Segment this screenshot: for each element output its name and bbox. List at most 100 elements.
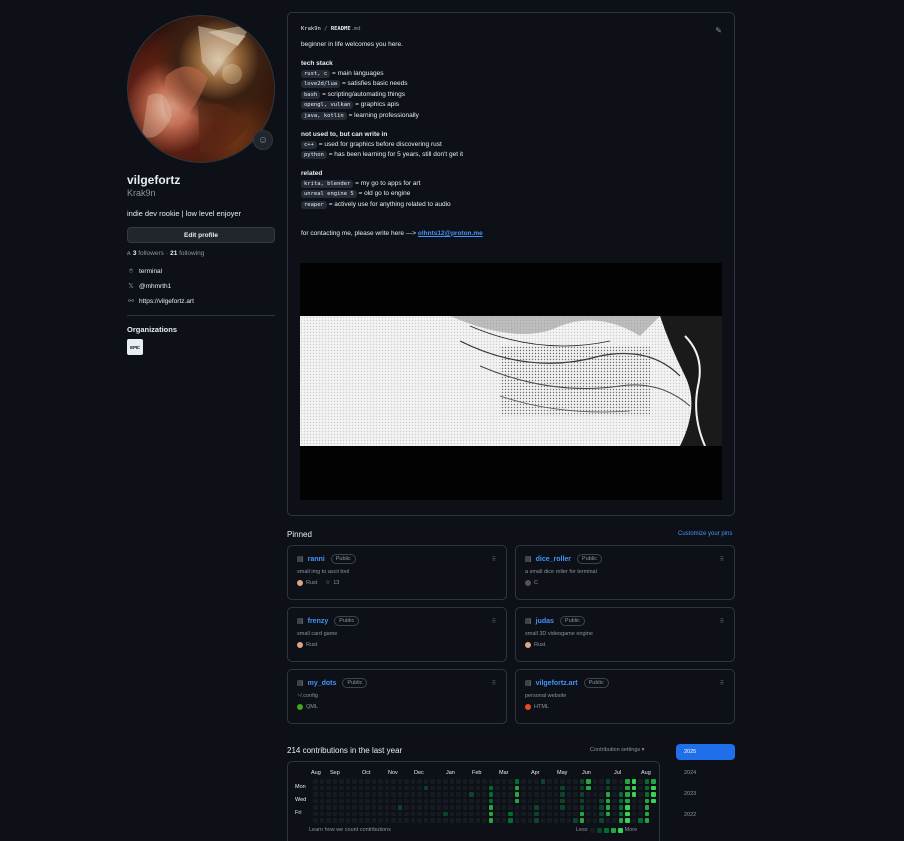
contribution-cell[interactable] <box>397 798 403 804</box>
contribution-cell[interactable] <box>540 798 546 804</box>
contribution-cell[interactable] <box>508 792 513 797</box>
repo-link[interactable]: judas <box>536 618 554 625</box>
contribution-cell[interactable] <box>573 818 578 823</box>
contribution-cell[interactable] <box>488 811 494 817</box>
contribution-cell[interactable] <box>469 811 474 817</box>
contribution-cell[interactable] <box>618 779 624 784</box>
contribution-cell[interactable] <box>475 811 481 817</box>
contribution-cell[interactable] <box>410 779 416 784</box>
contribution-cell[interactable] <box>573 805 578 810</box>
contribution-cell[interactable] <box>417 779 422 784</box>
contribution-cell[interactable] <box>547 792 552 797</box>
contribution-cell[interactable] <box>423 818 429 823</box>
contribution-cell[interactable] <box>521 792 526 797</box>
contribution-cell[interactable] <box>371 785 377 791</box>
contribution-cell[interactable] <box>384 792 390 797</box>
contribution-cell[interactable] <box>397 811 403 817</box>
contribution-cell[interactable] <box>521 805 526 810</box>
contribution-cell[interactable] <box>475 792 481 797</box>
contribution-cell[interactable] <box>579 798 585 804</box>
contribution-cell[interactable] <box>625 805 630 810</box>
contribution-cell[interactable] <box>579 818 585 823</box>
year-2023[interactable]: 2023 <box>676 786 735 802</box>
contribution-cell[interactable] <box>631 798 637 804</box>
contribution-cell[interactable] <box>326 785 331 791</box>
contribution-cell[interactable] <box>508 811 513 817</box>
contribution-cell[interactable] <box>631 818 637 823</box>
contribution-cell[interactable] <box>345 798 351 804</box>
contribution-cell[interactable] <box>358 785 364 791</box>
contribution-cell[interactable] <box>599 785 604 791</box>
contribution-cell[interactable] <box>631 785 637 791</box>
contribution-cell[interactable] <box>501 805 507 810</box>
contribution-cell[interactable] <box>378 779 383 784</box>
contribution-cell[interactable] <box>475 779 481 784</box>
contribution-cell[interactable] <box>378 805 383 810</box>
contribution-cell[interactable] <box>625 811 630 817</box>
contribution-cell[interactable] <box>449 818 455 823</box>
contribution-cell[interactable] <box>631 792 637 797</box>
drag-handle-icon[interactable]: ⠿ <box>720 618 724 625</box>
contribution-cell[interactable] <box>514 818 520 823</box>
year-2024[interactable]: 2024 <box>676 765 735 781</box>
contribution-cell[interactable] <box>410 785 416 791</box>
contribution-cell[interactable] <box>566 818 572 823</box>
contribution-cell[interactable] <box>560 792 565 797</box>
contribution-cell[interactable] <box>586 792 591 797</box>
contribution-cell[interactable] <box>417 818 422 823</box>
contribution-cell[interactable] <box>345 779 351 784</box>
contribution-cell[interactable] <box>313 798 318 804</box>
contribution-cell[interactable] <box>553 785 559 791</box>
contribution-cell[interactable] <box>638 792 643 797</box>
contribution-cell[interactable] <box>573 798 578 804</box>
org-epic-badge[interactable]: EPIC <box>127 339 143 355</box>
contribution-cell[interactable] <box>365 779 370 784</box>
contribution-cell[interactable] <box>423 779 429 784</box>
contribution-cell[interactable] <box>358 792 364 797</box>
contribution-cell[interactable] <box>540 792 546 797</box>
contribution-cell[interactable] <box>488 798 494 804</box>
contribution-cell[interactable] <box>482 779 487 784</box>
contribution-cell[interactable] <box>436 785 442 791</box>
contribution-cell[interactable] <box>319 779 325 784</box>
contribution-cell[interactable] <box>618 785 624 791</box>
contribution-cell[interactable] <box>592 798 598 804</box>
contribution-cell[interactable] <box>612 798 617 804</box>
contribution-cell[interactable] <box>365 785 370 791</box>
contribution-cell[interactable] <box>540 805 546 810</box>
contribution-cell[interactable] <box>313 779 318 784</box>
contribution-cell[interactable] <box>449 785 455 791</box>
contribution-cell[interactable] <box>417 785 422 791</box>
contribution-cell[interactable] <box>514 792 520 797</box>
contribution-cell[interactable] <box>625 785 630 791</box>
contribution-cell[interactable] <box>391 785 396 791</box>
contribution-cell[interactable] <box>345 811 351 817</box>
contribution-cell[interactable] <box>540 818 546 823</box>
contribution-cell[interactable] <box>469 798 474 804</box>
contribution-cell[interactable] <box>332 805 338 810</box>
contribution-cell[interactable] <box>475 805 481 810</box>
contribution-cell[interactable] <box>410 805 416 810</box>
contribution-cell[interactable] <box>651 785 656 791</box>
contribution-cell[interactable] <box>605 792 611 797</box>
contribution-cell[interactable] <box>579 805 585 810</box>
drag-handle-icon[interactable]: ⠿ <box>492 618 496 625</box>
contribution-cell[interactable] <box>456 818 461 823</box>
contribution-cell[interactable] <box>605 805 611 810</box>
contribution-cell[interactable] <box>332 785 338 791</box>
contribution-cell[interactable] <box>326 818 331 823</box>
contribution-cell[interactable] <box>371 792 377 797</box>
contribution-cell[interactable] <box>482 792 487 797</box>
contribution-cell[interactable] <box>319 785 325 791</box>
contribution-cell[interactable] <box>391 798 396 804</box>
contribution-cell[interactable] <box>404 798 409 804</box>
contribution-cell[interactable] <box>514 805 520 810</box>
contribution-cell[interactable] <box>462 792 468 797</box>
contribution-cell[interactable] <box>553 792 559 797</box>
contribution-cell[interactable] <box>605 785 611 791</box>
contribution-cell[interactable] <box>495 818 500 823</box>
contribution-cell[interactable] <box>625 792 630 797</box>
contribution-cell[interactable] <box>553 798 559 804</box>
contribution-cell[interactable] <box>417 811 422 817</box>
contribution-cell[interactable] <box>423 785 429 791</box>
